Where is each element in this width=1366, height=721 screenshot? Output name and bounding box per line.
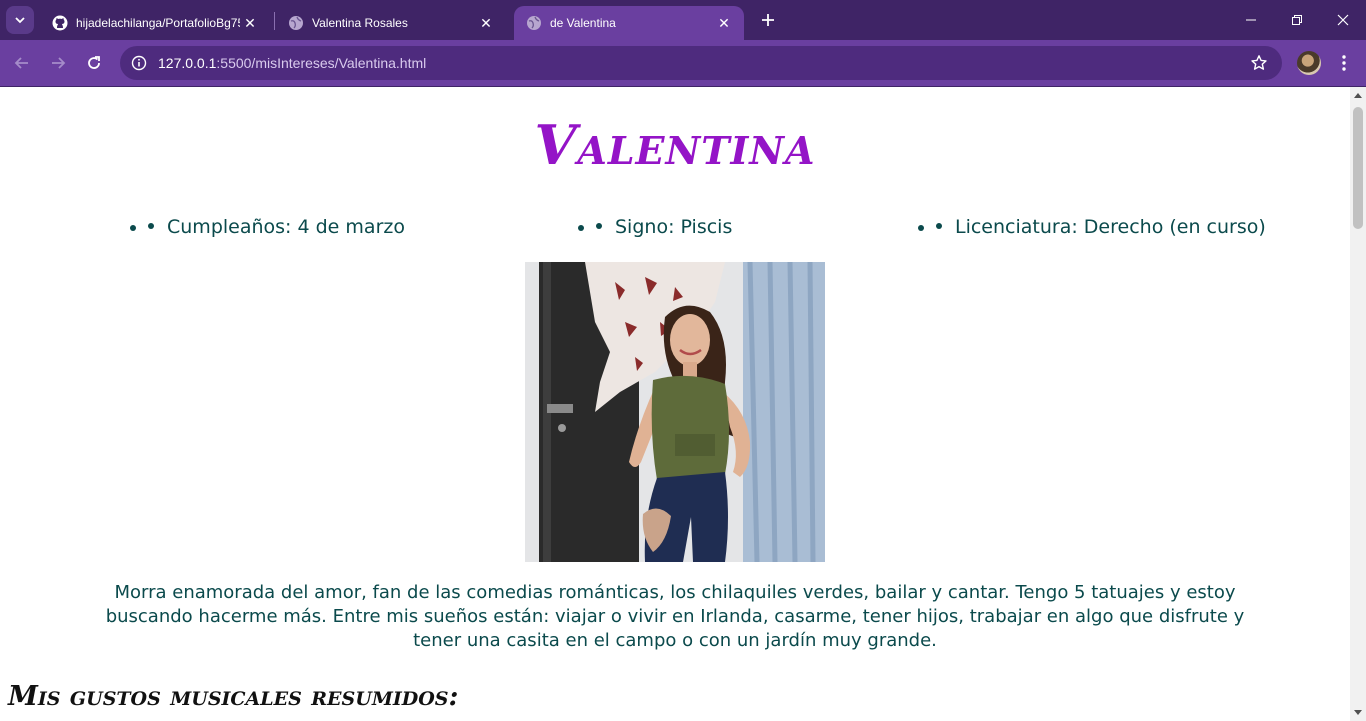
fact-text: Licenciatura: Derecho (en curso) — [955, 216, 1266, 238]
bullet-icon — [936, 222, 942, 229]
tab-github[interactable]: hijadelachilanga/PortafolioBg75 ✕ — [40, 6, 270, 40]
bullet-icon — [148, 222, 154, 229]
url-text[interactable]: 127.0.0.1:5500/misIntereses/Valentina.ht… — [158, 55, 426, 71]
facts-list: Cumpleaños: 4 de marzo Signo: Piscis Lic… — [0, 216, 1350, 246]
fact-text: Signo: Piscis — [615, 216, 733, 238]
fact-sign: Signo: Piscis — [596, 216, 732, 238]
site-info-icon[interactable] — [122, 46, 156, 80]
globe-icon — [288, 15, 304, 31]
close-icon[interactable]: ✕ — [476, 13, 496, 33]
minimize-icon — [1246, 19, 1256, 21]
globe-icon — [526, 15, 542, 31]
tab-strip: hijadelachilanga/PortafolioBg75 ✕ Valent… — [0, 0, 1366, 40]
plus-icon — [762, 14, 774, 26]
scroll-up-icon[interactable] — [1354, 93, 1362, 98]
tab-separator — [274, 12, 275, 30]
reload-button[interactable] — [80, 49, 108, 77]
scrollbar-thumb[interactable] — [1353, 107, 1363, 229]
page-scrollbar[interactable] — [1350, 87, 1366, 721]
close-window-button[interactable] — [1320, 0, 1366, 40]
profile-avatar[interactable] — [1297, 51, 1321, 75]
fact-birthday: Cumpleaños: 4 de marzo — [148, 216, 405, 238]
close-icon[interactable]: ✕ — [240, 13, 260, 33]
page-viewport: Valentina Cumpleaños: 4 de marzo Signo: … — [0, 87, 1350, 721]
music-section-heading: Mis gustos musicales resumidos: — [8, 681, 459, 712]
bookmark-star-icon[interactable] — [1250, 54, 1268, 72]
arrow-right-icon — [52, 57, 66, 69]
back-button[interactable] — [8, 49, 36, 77]
scroll-down-icon[interactable] — [1354, 710, 1362, 715]
new-tab-button[interactable] — [756, 8, 780, 32]
more-vertical-icon — [1342, 55, 1346, 71]
github-icon — [52, 15, 68, 31]
page-title: Valentina — [534, 113, 816, 177]
close-icon[interactable]: ✕ — [714, 13, 734, 33]
minimize-button[interactable] — [1228, 0, 1274, 40]
tab-search-button[interactable] — [6, 6, 34, 34]
tab-de-valentina[interactable]: de Valentina ✕ — [514, 6, 744, 40]
reload-icon — [88, 56, 100, 69]
profile-photo — [525, 262, 825, 562]
tab-title: hijadelachilanga/PortafolioBg75 — [76, 16, 240, 30]
restore-icon — [1292, 15, 1302, 25]
forward-button[interactable] — [44, 49, 72, 77]
url-host: 127.0.0.1 — [158, 55, 217, 71]
chevron-down-icon — [15, 17, 25, 24]
tab-valentina-rosales[interactable]: Valentina Rosales ✕ — [276, 6, 506, 40]
tab-title: Valentina Rosales — [312, 16, 408, 30]
restore-button[interactable] — [1274, 0, 1320, 40]
address-bar[interactable]: 127.0.0.1:5500/misIntereses/Valentina.ht… — [120, 46, 1282, 80]
tab-title: de Valentina — [550, 16, 616, 30]
fact-text: Cumpleaños: 4 de marzo — [167, 216, 405, 238]
bio-paragraph: Morra enamorada del amor, fan de las com… — [105, 582, 1245, 651]
browser-toolbar: 127.0.0.1:5500/misIntereses/Valentina.ht… — [0, 40, 1366, 86]
fact-degree: Licenciatura: Derecho (en curso) — [936, 216, 1266, 238]
bullet-icon — [596, 222, 602, 229]
url-path: :5500/misIntereses/Valentina.html — [216, 55, 427, 71]
close-icon — [1337, 14, 1349, 26]
browser-menu-button[interactable] — [1332, 49, 1356, 77]
arrow-left-icon — [14, 57, 28, 69]
